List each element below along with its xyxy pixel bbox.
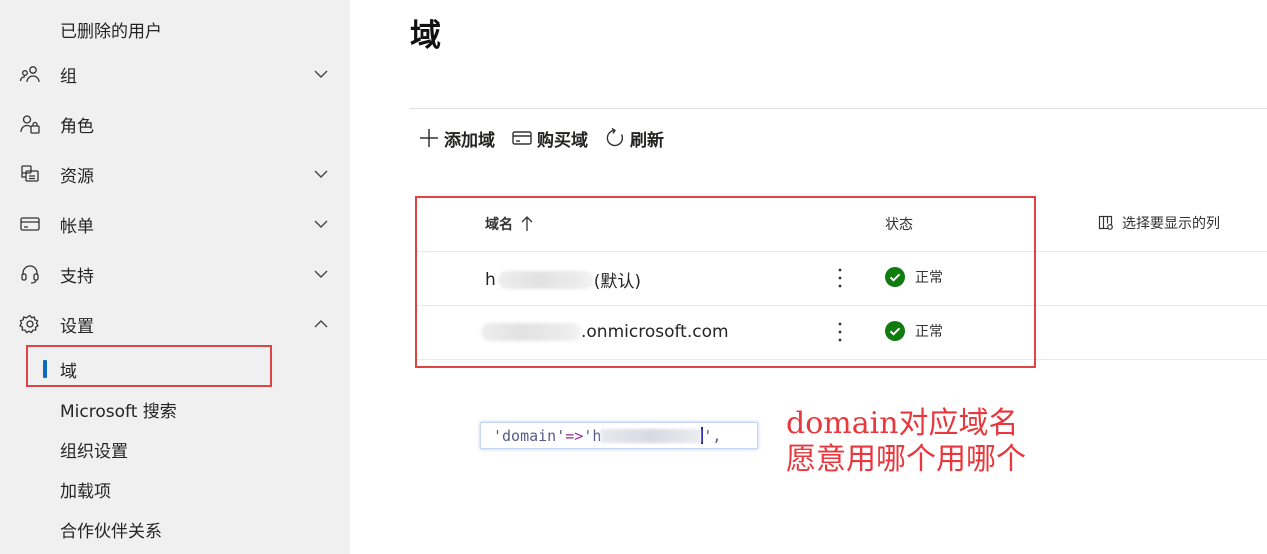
headset-icon <box>19 263 41 285</box>
column-options-icon <box>1098 215 1113 230</box>
highlight-box-sidebar <box>26 345 272 387</box>
choose-columns-button[interactable]: 选择要显示的列 <box>1098 213 1220 233</box>
code-snippet: 'domain' =>'h ', <box>480 422 758 449</box>
sidebar-subitem-partner-relationships[interactable]: 合作伙伴关系 <box>0 511 350 547</box>
buy-domain-label: 购买域 <box>537 130 588 151</box>
sidebar-subitem-addins[interactable]: 加载项 <box>0 471 350 507</box>
sidebar-item-groups[interactable]: 组 <box>0 54 350 94</box>
sidebar: 已删除的用户 组 角色 资源 帐单 支持 设置 域 Microsoft 搜索 组… <box>0 0 350 554</box>
refresh-label: 刷新 <box>630 130 664 151</box>
sidebar-item-label: 已删除的用户 <box>60 21 162 42</box>
buy-domain-button[interactable]: 购买域 <box>511 126 588 151</box>
code-value-end: ', <box>703 426 722 445</box>
group-icon <box>19 63 41 85</box>
sidebar-subitem-label: 组织设置 <box>60 441 128 462</box>
chevron-down-icon[interactable] <box>312 265 330 283</box>
resources-icon <box>19 163 41 185</box>
sidebar-subitem-label: 合作伙伴关系 <box>60 521 162 542</box>
gear-icon <box>19 313 41 335</box>
sidebar-item-label: 设置 <box>60 316 94 337</box>
code-arrow: => <box>565 426 584 445</box>
billing-icon <box>19 213 41 235</box>
sidebar-item-label: 帐单 <box>60 216 94 237</box>
annotation-line: 愿意用哪个用哪个 <box>786 442 1026 477</box>
sidebar-item-support[interactable]: 支持 <box>0 254 350 294</box>
highlight-box-table <box>415 196 1036 368</box>
sidebar-item-resources[interactable]: 资源 <box>0 154 350 194</box>
sidebar-subitem-label: 加载项 <box>60 481 111 502</box>
refresh-icon <box>606 127 624 147</box>
sidebar-item-deleted-users[interactable]: 已删除的用户 <box>0 9 350 49</box>
refresh-button[interactable]: 刷新 <box>604 126 664 151</box>
annotation-line: domain对应域名 <box>786 406 1019 441</box>
add-domain-label: 添加域 <box>444 130 495 151</box>
chevron-down-icon[interactable] <box>312 65 330 83</box>
annotation-note: domain对应域名 愿意用哪个用哪个 <box>786 406 1026 478</box>
sidebar-subitem-label: Microsoft 搜索 <box>60 401 177 422</box>
sidebar-item-label: 组 <box>60 66 77 87</box>
role-icon <box>19 113 41 135</box>
sidebar-item-label: 支持 <box>60 266 94 287</box>
sidebar-item-settings[interactable]: 设置 <box>0 304 350 344</box>
sidebar-subitem-org-settings[interactable]: 组织设置 <box>0 431 350 467</box>
code-key: 'domain' <box>493 426 566 445</box>
chevron-down-icon[interactable] <box>312 215 330 233</box>
divider <box>410 108 1267 109</box>
plus-icon <box>420 129 438 147</box>
sidebar-item-billing[interactable]: 帐单 <box>0 204 350 244</box>
choose-columns-label: 选择要显示的列 <box>1122 216 1220 232</box>
toolbar: 添加域 购买域 刷新 <box>418 124 680 152</box>
add-domain-button[interactable]: 添加域 <box>418 126 495 151</box>
sidebar-item-roles[interactable]: 角色 <box>0 104 350 144</box>
chevron-down-icon[interactable] <box>312 165 330 183</box>
sidebar-item-label: 角色 <box>60 116 94 137</box>
redacted-text <box>601 428 702 443</box>
sidebar-item-label: 资源 <box>60 166 94 187</box>
code-value-start: 'h <box>583 426 602 445</box>
page-title: 域 <box>410 18 441 54</box>
sidebar-subitem-microsoft-search[interactable]: Microsoft 搜索 <box>0 391 350 427</box>
chevron-up-icon[interactable] <box>312 315 330 333</box>
card-icon <box>512 131 532 145</box>
